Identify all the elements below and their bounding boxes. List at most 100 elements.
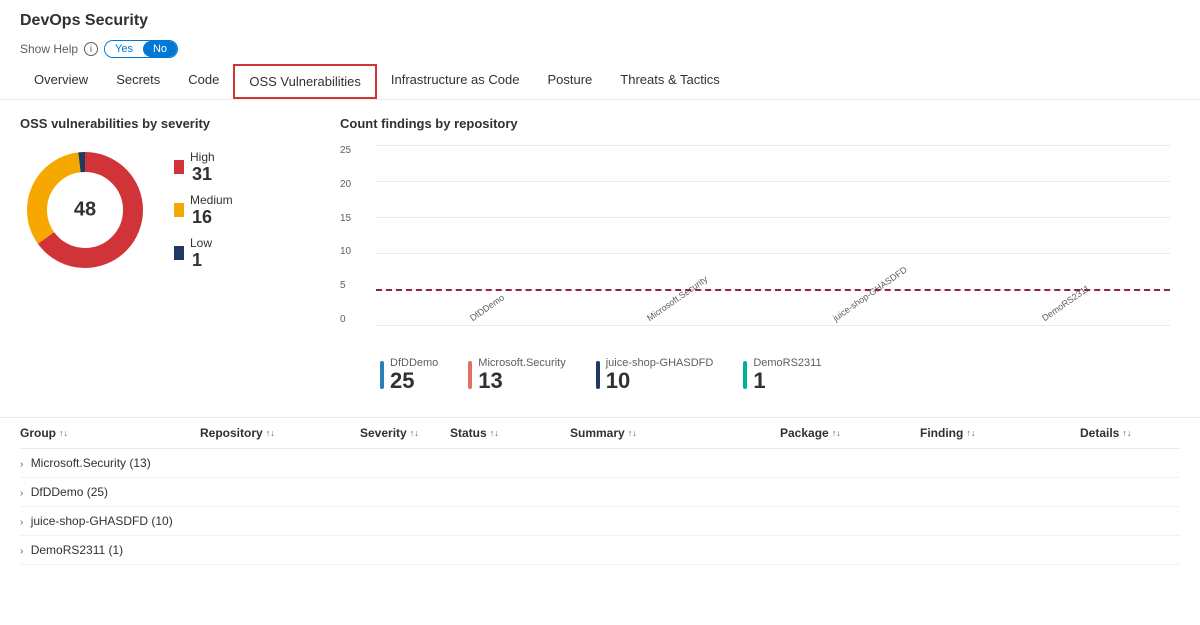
donut-chart: 48 xyxy=(20,145,150,275)
stat-msec-value: 13 xyxy=(478,369,565,393)
y-label-20: 20 xyxy=(340,179,351,190)
stat-juice-info: juice-shop-GHASDFD 10 xyxy=(606,357,714,393)
stat-juice-color xyxy=(596,361,600,389)
legend-medium-color xyxy=(174,203,184,217)
avg-line xyxy=(376,289,1170,291)
th-group-sort[interactable]: ↑↓ xyxy=(59,428,68,438)
y-label-25: 25 xyxy=(340,145,351,156)
table-row[interactable]: › juice-shop-GHASDFD (10) xyxy=(20,507,1180,536)
legend-low-label: Low xyxy=(190,236,212,250)
th-severity-sort[interactable]: ↑↓ xyxy=(410,428,419,438)
help-toggle[interactable]: Yes No xyxy=(104,40,178,58)
th-repository-label: Repository xyxy=(200,426,263,440)
th-repository: Repository ↑↓ xyxy=(200,426,360,440)
th-finding: Finding ↑↓ xyxy=(920,426,1080,440)
bars: DfDDemo Microsoft.Security juice-shop-GH… xyxy=(376,145,1170,325)
chevron-3: › xyxy=(20,517,23,528)
bar-msec-label: Microsoft.Security xyxy=(645,274,709,323)
stat-dfddemo: DfDDemo 25 xyxy=(380,357,438,393)
th-severity-label: Severity xyxy=(360,426,407,440)
legend: High 31 Medium 16 Low 1 xyxy=(174,150,233,271)
main-content: OSS vulnerabilities by severity 48 xyxy=(0,100,1200,409)
th-finding-label: Finding xyxy=(920,426,963,440)
nav-tabs: Overview Secrets Code OSS Vulnerabilitie… xyxy=(0,64,1200,100)
legend-medium: Medium 16 xyxy=(174,193,233,228)
legend-high-color xyxy=(174,160,184,174)
toggle-no[interactable]: No xyxy=(143,41,177,57)
legend-low-color xyxy=(174,246,184,260)
tab-posture[interactable]: Posture xyxy=(533,64,606,99)
bar-chart-area: 25 20 15 10 5 0 xyxy=(376,145,1170,345)
row-group-3-label: juice-shop-GHASDFD (10) xyxy=(31,514,173,528)
stat-dfddemo-info: DfDDemo 25 xyxy=(390,357,438,393)
th-summary-sort[interactable]: ↑↓ xyxy=(628,428,637,438)
th-group: Group ↑↓ xyxy=(20,426,200,440)
tab-iac[interactable]: Infrastructure as Code xyxy=(377,64,534,99)
left-section: OSS vulnerabilities by severity 48 xyxy=(20,116,340,393)
stat-juice-value: 10 xyxy=(606,369,714,393)
th-details: Details ↑↓ xyxy=(1080,426,1180,440)
donut-container: 48 High 31 Medium 16 xyxy=(20,145,340,275)
tab-secrets[interactable]: Secrets xyxy=(102,64,174,99)
grid-0 xyxy=(376,325,1170,326)
legend-medium-value: 16 xyxy=(192,207,233,228)
app-header: DevOps Security xyxy=(0,0,1200,36)
right-section: Count findings by repository 25 20 15 10… xyxy=(340,116,1180,393)
th-package-label: Package xyxy=(780,426,829,440)
legend-low: Low 1 xyxy=(174,236,233,271)
th-summary-label: Summary xyxy=(570,426,625,440)
stat-msec-info: Microsoft.Security 13 xyxy=(478,357,565,393)
th-severity: Severity ↑↓ xyxy=(360,426,450,440)
th-details-label: Details xyxy=(1080,426,1119,440)
stat-msec-color xyxy=(468,361,472,389)
donut-center-value: 48 xyxy=(74,199,96,222)
bar-dfddemo: DfDDemo xyxy=(386,311,580,325)
chevron-2: › xyxy=(20,488,23,499)
th-finding-sort[interactable]: ↑↓ xyxy=(966,428,975,438)
th-summary: Summary ↑↓ xyxy=(570,426,780,440)
summary-stats: DfDDemo 25 Microsoft.Security 13 juice-s… xyxy=(340,357,1180,393)
tab-overview[interactable]: Overview xyxy=(20,64,102,99)
legend-high: High 31 xyxy=(174,150,233,185)
tab-threats[interactable]: Threats & Tactics xyxy=(606,64,733,99)
stat-demo: DemoRS2311 1 xyxy=(743,357,821,393)
table-row[interactable]: › DemoRS2311 (1) xyxy=(20,536,1180,565)
legend-medium-label: Medium xyxy=(190,193,233,207)
chevron-1: › xyxy=(20,459,23,470)
y-label-10: 10 xyxy=(340,246,351,257)
bar-juiceshop: juice-shop-GHASDFD xyxy=(773,311,967,325)
help-icon[interactable]: i xyxy=(84,42,98,56)
stat-demo-value: 1 xyxy=(753,369,821,393)
th-status: Status ↑↓ xyxy=(450,426,570,440)
show-help-label: Show Help xyxy=(20,42,78,56)
bar-juice-label: juice-shop-GHASDFD xyxy=(831,265,909,324)
table-row[interactable]: › DfDDemo (25) xyxy=(20,478,1180,507)
table-section: Group ↑↓ Repository ↑↓ Severity ↑↓ Statu… xyxy=(0,417,1200,565)
show-help-row: Show Help i Yes No xyxy=(0,36,1200,64)
th-status-sort[interactable]: ↑↓ xyxy=(490,428,499,438)
row-group-2-label: DfDDemo (25) xyxy=(31,485,108,499)
tab-code[interactable]: Code xyxy=(174,64,233,99)
tab-oss[interactable]: OSS Vulnerabilities xyxy=(233,64,377,99)
table-row[interactable]: › Microsoft.Security (13) xyxy=(20,449,1180,478)
donut-section-title: OSS vulnerabilities by severity xyxy=(20,116,340,131)
bar-dfddemo-label: DfDDemo xyxy=(468,292,506,323)
stat-dfddemo-color xyxy=(380,361,384,389)
th-status-label: Status xyxy=(450,426,487,440)
toggle-yes[interactable]: Yes xyxy=(105,41,143,57)
app-title: DevOps Security xyxy=(20,12,1180,30)
y-axis: 25 20 15 10 5 0 xyxy=(340,145,351,325)
chevron-4: › xyxy=(20,546,23,557)
legend-high-value: 31 xyxy=(192,164,215,185)
row-group-4-label: DemoRS2311 (1) xyxy=(31,543,123,557)
table-header: Group ↑↓ Repository ↑↓ Severity ↑↓ Statu… xyxy=(20,418,1180,449)
th-repository-sort[interactable]: ↑↓ xyxy=(266,428,275,438)
th-details-sort[interactable]: ↑↓ xyxy=(1122,428,1131,438)
y-label-15: 15 xyxy=(340,213,351,224)
y-label-0: 0 xyxy=(340,314,351,325)
th-group-label: Group xyxy=(20,426,56,440)
y-label-5: 5 xyxy=(340,280,351,291)
row-group-4: › DemoRS2311 (1) xyxy=(20,543,200,557)
th-package-sort[interactable]: ↑↓ xyxy=(832,428,841,438)
row-group-1-label: Microsoft.Security (13) xyxy=(31,456,151,470)
